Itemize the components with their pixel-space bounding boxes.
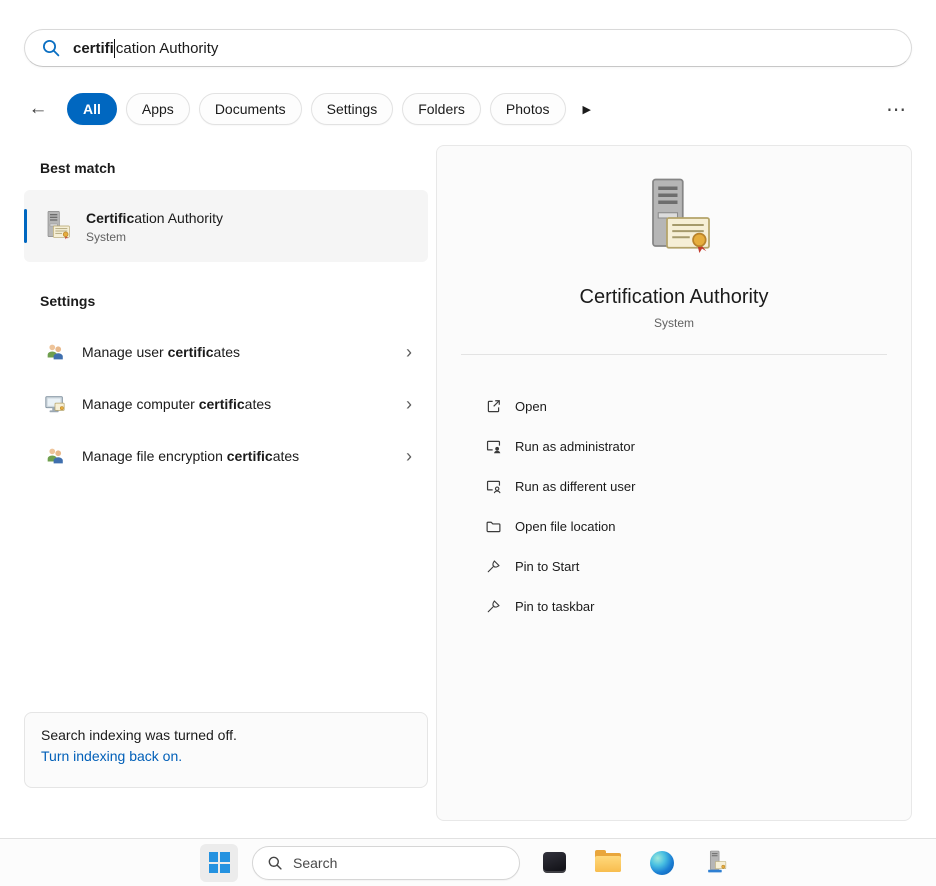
more-options-button[interactable]: ⋯	[880, 97, 912, 122]
label-post: ates	[273, 448, 299, 464]
run-as-different-user-icon	[485, 478, 502, 495]
expand-filters-button[interactable]: ▶	[583, 103, 591, 116]
best-match-text: Certification Authority System	[86, 209, 223, 244]
turn-indexing-on-link[interactable]: Turn indexing back on.	[41, 748, 182, 764]
tab-documents[interactable]: Documents	[199, 93, 302, 125]
taskbar-certification-authority[interactable]	[696, 843, 736, 883]
action-label: Pin to taskbar	[515, 599, 595, 614]
user-certificates-icon	[44, 341, 66, 363]
preview-actions: Open Run as administrator Run as differe…	[437, 386, 911, 626]
search-icon	[267, 855, 283, 871]
best-match-header: Best match	[40, 160, 115, 176]
result-manage-file-encryption-certificates[interactable]: Manage file encryption certificates ›	[24, 434, 428, 478]
result-label: Manage file encryption certificates	[82, 448, 299, 464]
back-button[interactable]: ←	[24, 95, 52, 123]
windows-logo-icon	[209, 852, 230, 873]
taskbar: Search	[0, 839, 936, 886]
play-triangle-icon: ▶	[583, 104, 591, 116]
tab-apps[interactable]: Apps	[126, 93, 190, 125]
action-label: Open	[515, 399, 547, 414]
tab-documents-label: Documents	[215, 101, 286, 117]
tab-settings[interactable]: Settings	[311, 93, 394, 125]
computer-certificates-icon	[44, 393, 66, 415]
indexing-message: Search indexing was turned off.	[41, 727, 411, 743]
tab-apps-label: Apps	[142, 101, 174, 117]
tab-all-label: All	[83, 101, 101, 117]
label-post: ates	[245, 396, 271, 412]
action-pin-to-taskbar[interactable]: Pin to taskbar	[437, 586, 911, 626]
best-match-title-rest: ation Authority	[134, 210, 223, 226]
taskbar-edge[interactable]	[642, 843, 682, 883]
taskbar-file-explorer[interactable]	[588, 843, 628, 883]
label-pre: Manage computer	[82, 396, 199, 412]
search-suggestion-text: cation Authority	[116, 40, 219, 57]
action-label: Open file location	[515, 519, 615, 534]
open-file-location-icon	[485, 518, 502, 535]
start-button[interactable]	[200, 844, 238, 882]
ellipsis-icon: ⋯	[886, 99, 906, 121]
label-post: ates	[214, 344, 240, 360]
dark-window-icon	[543, 852, 566, 873]
open-icon	[485, 398, 502, 415]
selection-indicator	[24, 209, 27, 243]
search-icon	[41, 38, 61, 58]
certification-authority-taskbar-icon	[704, 850, 729, 875]
preview-panel: Certification Authority System Open Run …	[436, 145, 912, 821]
label-pre: Manage file encryption	[82, 448, 227, 464]
tab-photos[interactable]: Photos	[490, 93, 566, 125]
certification-authority-icon	[40, 210, 72, 242]
search-query-text: certifi cation Authority	[73, 39, 218, 58]
action-label: Run as administrator	[515, 439, 635, 454]
pin-icon	[485, 598, 502, 615]
action-open-file-location[interactable]: Open file location	[437, 506, 911, 546]
best-match-subtitle: System	[86, 230, 223, 244]
label-match: certific	[168, 344, 214, 360]
chevron-right-icon: ›	[406, 343, 412, 361]
taskbar-search-label: Search	[293, 855, 337, 871]
edge-icon	[650, 851, 674, 875]
result-label: Manage computer certificates	[82, 396, 271, 412]
label-match: certific	[227, 448, 273, 464]
taskbar-app-window[interactable]	[534, 843, 574, 883]
action-open[interactable]: Open	[437, 386, 911, 426]
best-match-title: Certification Authority	[86, 209, 223, 227]
label-pre: Manage user	[82, 344, 168, 360]
tab-folders-label: Folders	[418, 101, 465, 117]
preview-subtitle: System	[437, 316, 911, 330]
file-encryption-certificates-icon	[44, 445, 66, 467]
result-label: Manage user certificates	[82, 344, 240, 360]
windows-search-panel: certifi cation Authority ← All Apps Docu…	[0, 0, 936, 886]
run-as-administrator-icon	[485, 438, 502, 455]
back-arrow-icon: ←	[29, 98, 48, 120]
tab-folders[interactable]: Folders	[402, 93, 481, 125]
indexing-notice: Search indexing was turned off. Turn ind…	[24, 712, 428, 788]
tab-photos-label: Photos	[506, 101, 550, 117]
file-explorer-icon	[595, 853, 621, 872]
action-run-as-different-user[interactable]: Run as different user	[437, 466, 911, 506]
tab-settings-label: Settings	[327, 101, 378, 117]
result-manage-computer-certificates[interactable]: Manage computer certificates ›	[24, 382, 428, 426]
label-match: certific	[199, 396, 245, 412]
settings-header: Settings	[40, 293, 95, 309]
search-input[interactable]: certifi cation Authority	[24, 29, 912, 67]
action-label: Run as different user	[515, 479, 635, 494]
filter-bar: ← All Apps Documents Settings Folders Ph…	[24, 91, 912, 127]
best-match-title-bold: Certific	[86, 210, 134, 226]
chevron-right-icon: ›	[406, 447, 412, 465]
best-match-item[interactable]: Certification Authority System	[24, 190, 428, 262]
action-pin-to-start[interactable]: Pin to Start	[437, 546, 911, 586]
taskbar-search-box[interactable]: Search	[252, 846, 520, 880]
chevron-right-icon: ›	[406, 395, 412, 413]
tab-all[interactable]: All	[67, 93, 117, 125]
action-label: Pin to Start	[515, 559, 579, 574]
action-run-as-administrator[interactable]: Run as administrator	[437, 426, 911, 466]
pin-icon	[485, 558, 502, 575]
certification-authority-icon-large	[632, 176, 716, 260]
result-manage-user-certificates[interactable]: Manage user certificates ›	[24, 330, 428, 374]
preview-divider	[461, 354, 887, 355]
search-typed-text: certifi	[73, 40, 114, 57]
preview-title: Certification Authority	[437, 286, 911, 309]
